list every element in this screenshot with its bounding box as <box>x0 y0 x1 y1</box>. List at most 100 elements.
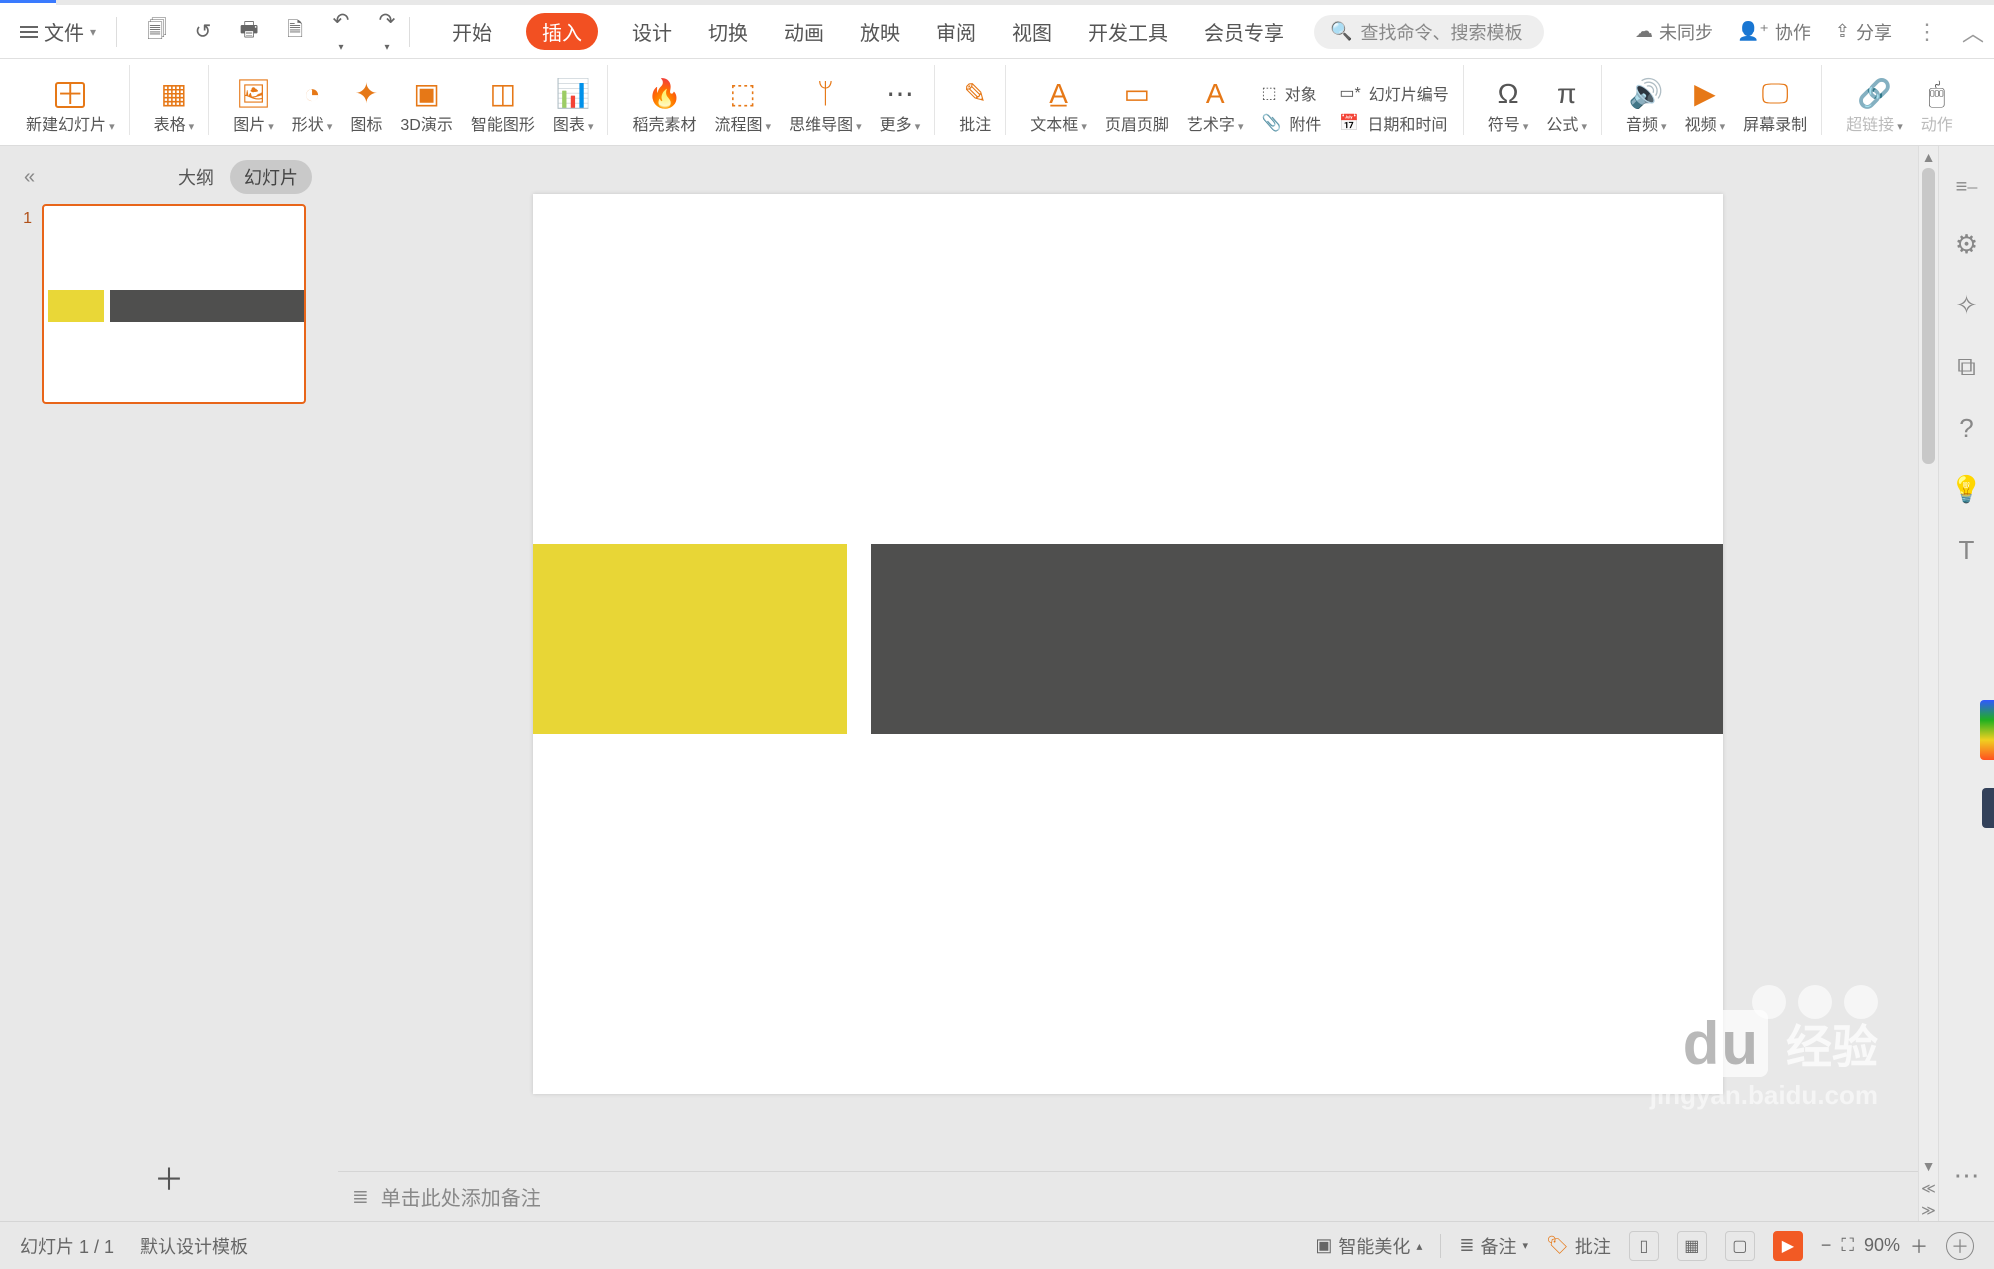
3d-button[interactable]: ▣3D演示 <box>400 80 452 135</box>
notes-pane[interactable]: ≣ 单击此处添加备注 <box>338 1171 1918 1221</box>
wordart-button[interactable]: A 艺术字 <box>1187 80 1244 135</box>
outline-tab[interactable]: 大纲 <box>178 164 214 190</box>
print-icon[interactable]: 🖶 <box>237 15 261 49</box>
comment-button[interactable]: ✎批注 <box>959 80 991 135</box>
sorter-view-button[interactable]: ▦ <box>1677 1231 1707 1261</box>
object-button[interactable]: ⬚对象 <box>1261 81 1321 105</box>
slide-canvas[interactable] <box>533 194 1723 1094</box>
undo-button[interactable]: ↶ ▾ <box>329 8 353 56</box>
tab-review[interactable]: 审阅 <box>934 11 978 52</box>
collapse-panel-icon[interactable]: « <box>10 166 35 189</box>
wordart-label: 艺术字 <box>1187 111 1244 135</box>
smartart-label: 智能图形 <box>471 111 535 135</box>
datetime-button[interactable]: 📅日期和时间 <box>1339 111 1448 135</box>
notes-label: 备注 <box>1480 1233 1516 1259</box>
add-slide-button[interactable]: ＋ <box>0 1133 338 1221</box>
status-bar: 幻灯片 1 / 1 默认设计模板 ▣智能美化▴ ≣备注▾ 🏷批注 ▯ ▦ ▢ ▶… <box>0 1221 1994 1269</box>
docer-button[interactable]: 🔥稻壳素材 <box>632 80 696 135</box>
collab-button[interactable]: 👤⁺协作 <box>1737 19 1811 45</box>
settings-sliders-icon[interactable]: ⚙ <box>1955 229 1978 260</box>
audio-button[interactable]: 🔊音频 <box>1626 80 1667 135</box>
lightbulb-icon[interactable]: 💡 <box>1950 474 1982 505</box>
tab-slideshow[interactable]: 放映 <box>858 11 902 52</box>
open-icon[interactable]: ↺ <box>191 19 215 44</box>
textbox-icon: A̲ <box>1049 80 1068 108</box>
slide-counter: 幻灯片 1 / 1 <box>20 1233 114 1259</box>
tab-design[interactable]: 设计 <box>630 11 674 52</box>
slide-thumbnail-1[interactable] <box>42 204 306 404</box>
zoom-value[interactable]: 90% <box>1864 1235 1900 1256</box>
collapse-ribbon-icon[interactable]: ︿ <box>1962 16 1984 48</box>
next-slide-icon[interactable]: ≫ <box>1919 1199 1938 1221</box>
normal-view-button[interactable]: ▯ <box>1629 1231 1659 1261</box>
attach-button[interactable]: 📎附件 <box>1261 111 1321 135</box>
tab-devtools[interactable]: 开发工具 <box>1086 11 1170 52</box>
slides-tab[interactable]: 幻灯片 <box>230 160 312 194</box>
icon-button[interactable]: ✦图标 <box>350 80 382 135</box>
file-menu-button[interactable]: 文件 ▾ <box>10 11 106 52</box>
help-icon[interactable]: ? <box>1959 413 1973 444</box>
text-t-icon[interactable]: T <box>1959 535 1975 566</box>
gray-rectangle-shape[interactable] <box>871 544 1723 734</box>
redo-button[interactable]: ↷ ▾ <box>375 8 399 56</box>
scroll-down-icon[interactable]: ▼ <box>1919 1155 1938 1177</box>
flowchart-button[interactable]: ⬚流程图 <box>714 80 771 135</box>
video-button[interactable]: ▶视频 <box>1685 80 1726 135</box>
chart-button[interactable]: 📊图表 <box>553 80 594 135</box>
vertical-color-badge[interactable] <box>1980 700 1994 760</box>
wordart-icon: A <box>1206 80 1225 108</box>
textbox-label: 文本框 <box>1030 111 1087 135</box>
slide-editor[interactable]: Baidu 经验 jingyan.baidu.com <box>338 146 1918 1171</box>
scroll-thumb[interactable] <box>1922 168 1935 464</box>
print-preview-icon[interactable]: 🗎 <box>283 15 307 49</box>
pi-icon: π <box>1557 80 1576 108</box>
notes-icon: ≣ <box>1459 1235 1474 1256</box>
slidenum-button[interactable]: ▭*幻灯片编号 <box>1339 81 1448 105</box>
tab-insert[interactable]: 插入 <box>526 13 598 50</box>
scroll-up-icon[interactable]: ▲ <box>1919 146 1938 168</box>
unsynced-button[interactable]: ☁未同步 <box>1635 19 1713 45</box>
new-slide-label: 新建幻灯片 <box>26 111 115 135</box>
thumb-gray-rect <box>110 290 304 322</box>
comments-toggle[interactable]: 🏷批注 <box>1546 1233 1611 1259</box>
panel-tabs: « 大纲 幻灯片 <box>0 146 338 204</box>
add-pane-button[interactable]: ＋ <box>1946 1232 1974 1260</box>
smartart-button[interactable]: ◫智能图形 <box>471 80 535 135</box>
tab-animation[interactable]: 动画 <box>782 11 826 52</box>
command-search[interactable]: 🔍 查找命令、搜索模板 <box>1314 15 1544 49</box>
formula-button[interactable]: π公式 <box>1546 80 1587 135</box>
fit-icon[interactable]: ⛶ <box>1841 1235 1854 1256</box>
prev-slide-icon[interactable]: ≪ <box>1919 1177 1938 1199</box>
new-slide-button[interactable]: ＋ 新建幻灯片 <box>26 82 115 135</box>
symbol-button[interactable]: Ω符号 <box>1488 80 1529 135</box>
textbox-button[interactable]: A̲ 文本框 <box>1030 80 1087 135</box>
yellow-rectangle-shape[interactable] <box>533 544 847 734</box>
beautify-button[interactable]: ▣智能美化▴ <box>1315 1233 1422 1259</box>
picture-button[interactable]: 🖼图片 <box>233 80 274 135</box>
tab-view[interactable]: 视图 <box>1010 11 1054 52</box>
headerfooter-button[interactable]: ▭页眉页脚 <box>1105 80 1169 135</box>
table-button[interactable]: ▦表格 <box>154 80 195 135</box>
mindmap-button[interactable]: ᛘ思维导图 <box>789 80 862 135</box>
zoom-in-icon[interactable]: ＋ <box>1910 1233 1928 1259</box>
tab-start[interactable]: 开始 <box>450 11 494 52</box>
sidebar-dots-icon[interactable]: ⋯ <box>1954 1160 1980 1191</box>
sliders-lines-icon[interactable]: ≡⎯ <box>1956 176 1978 199</box>
screenrec-button[interactable]: 🖵屏幕录制 <box>1743 80 1807 135</box>
share-button[interactable]: ⇪分享 <box>1835 19 1892 45</box>
vertical-dark-badge[interactable] <box>1982 788 1994 828</box>
sparkle-icon[interactable]: ✧ <box>1956 290 1978 321</box>
tab-member[interactable]: 会员专享 <box>1202 11 1286 52</box>
scroll-track[interactable] <box>1919 168 1938 1155</box>
shape-button[interactable]: ◔形状 <box>292 80 333 135</box>
save-icon[interactable]: 🗐 <box>145 15 169 49</box>
more-menu-icon[interactable]: ⋮ <box>1916 19 1938 45</box>
zoom-out-icon[interactable]: − <box>1821 1235 1832 1256</box>
slideshow-button[interactable]: ▶ <box>1773 1231 1803 1261</box>
vertical-scrollbar[interactable]: ▲ ▼ ≪ ≫ <box>1918 146 1938 1221</box>
tab-transition[interactable]: 切换 <box>706 11 750 52</box>
displays-icon[interactable]: ⧉ <box>1957 351 1976 383</box>
notes-toggle[interactable]: ≣备注▾ <box>1459 1233 1528 1259</box>
reading-view-button[interactable]: ▢ <box>1725 1231 1755 1261</box>
more-button[interactable]: ⋯更多 <box>880 80 921 135</box>
